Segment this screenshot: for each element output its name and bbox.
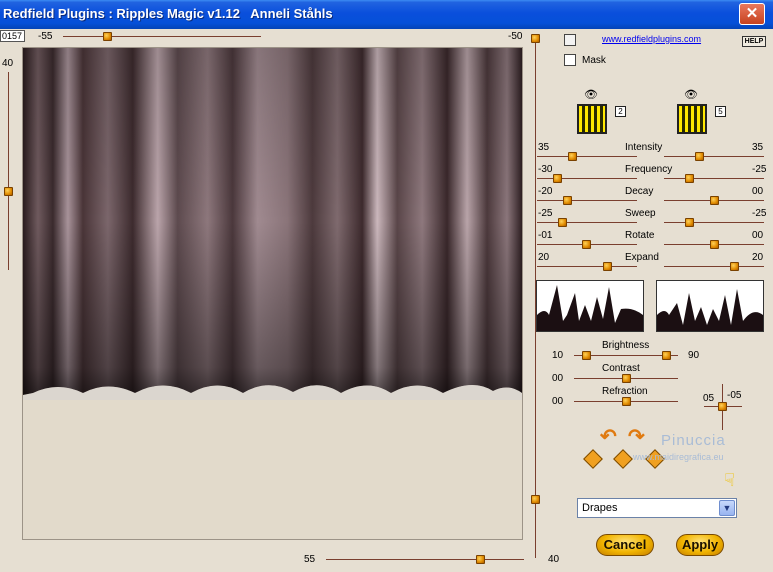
param-left-track[interactable] [537, 156, 637, 157]
watermark-url: www.maidiregrafica.eu [633, 452, 724, 462]
chevron-down-icon[interactable]: ▼ [719, 500, 735, 516]
param-left-thumb[interactable] [568, 152, 577, 161]
top-slider-min-label: -55 [38, 31, 53, 42]
top-slider-max-label: -50 [508, 31, 523, 42]
top-value-box[interactable]: 0157 [0, 30, 25, 42]
eye-icon[interactable]: 👁 [584, 88, 598, 101]
param-left-value: -01 [538, 230, 553, 241]
preset-selected: Drapes [582, 502, 618, 514]
mask-label: Mask [582, 55, 606, 66]
param-right-thumb[interactable] [710, 196, 719, 205]
layer-1-swatch[interactable] [577, 104, 607, 134]
param-right-thumb[interactable] [685, 174, 694, 183]
param-right-value: -25 [752, 164, 767, 175]
layer-1-number: 2 [615, 106, 626, 117]
param-right-track[interactable] [664, 266, 764, 267]
bottom-slider-min-label: 55 [304, 554, 316, 565]
brightness-label: Brightness [602, 340, 650, 351]
vertical-offset-thumb-bottom[interactable] [531, 495, 540, 504]
param-right-track[interactable] [664, 222, 764, 223]
offset-thumb[interactable] [718, 402, 727, 411]
param-right-thumb[interactable] [710, 240, 719, 249]
window-title: Redfield Plugins : Ripples Magic v1.12 A… [3, 6, 333, 21]
param-label-expand: Expand [625, 252, 659, 263]
param-left-track[interactable] [537, 266, 637, 267]
website-link[interactable]: www.redfieldplugins.com [602, 34, 701, 44]
param-right-track[interactable] [664, 156, 764, 157]
refraction-label: Refraction [602, 386, 648, 397]
vertical-offset-thumb-top[interactable] [531, 34, 540, 43]
param-label-rotate: Rotate [625, 230, 655, 241]
help-button[interactable]: HELP [742, 36, 766, 47]
param-left-track[interactable] [537, 222, 637, 223]
param-left-value: -20 [538, 186, 553, 197]
param-label-frequency: Frequency [625, 164, 673, 175]
param-right-value: -25 [752, 208, 767, 219]
reset-icon[interactable] [564, 34, 576, 46]
param-left-value: -30 [538, 164, 553, 175]
refraction-value: 00 [552, 396, 564, 407]
contrast-thumb[interactable] [622, 374, 631, 383]
brightness-max-thumb[interactable] [662, 351, 671, 360]
param-left-thumb[interactable] [563, 196, 572, 205]
wave-preview-2[interactable] [656, 280, 764, 332]
brightness-max-value: 90 [688, 350, 700, 361]
param-left-thumb[interactable] [582, 240, 591, 249]
undo-arrow-icon[interactable]: ↶ [600, 424, 617, 449]
param-right-value: 00 [752, 230, 764, 241]
layer-2-number: 5 [715, 106, 726, 117]
param-left-thumb[interactable] [558, 218, 567, 227]
top-slider-thumb[interactable] [102, 32, 112, 41]
param-right-thumb[interactable] [695, 152, 704, 161]
layer-2-swatch[interactable] [677, 104, 707, 134]
param-left-value: -25 [538, 208, 553, 219]
param-label-intensity: Intensity [625, 142, 663, 153]
left-slider-thumb[interactable] [4, 186, 13, 196]
param-left-value: 20 [538, 252, 550, 263]
wave-preview-1[interactable] [536, 280, 644, 332]
top-slider-track[interactable] [63, 36, 261, 37]
param-right-track[interactable] [664, 178, 764, 179]
offset-y-label: -05 [727, 390, 742, 401]
left-slider-label: 40 [2, 58, 14, 69]
title-bar: Redfield Plugins : Ripples Magic v1.12 A… [0, 0, 773, 29]
mask-checkbox[interactable] [564, 54, 576, 66]
param-left-thumb[interactable] [603, 262, 612, 271]
close-button[interactable]: ✕ [739, 3, 765, 25]
param-left-value: 35 [538, 142, 550, 153]
random-dice-icon[interactable] [583, 449, 603, 469]
brightness-min-thumb[interactable] [582, 351, 591, 360]
param-label-sweep: Sweep [625, 208, 656, 219]
param-right-value: 20 [752, 252, 764, 263]
preset-dropdown[interactable]: Drapes ▼ [577, 498, 737, 518]
contrast-label: Contrast [602, 363, 640, 374]
cancel-button[interactable]: Cancel [596, 534, 654, 556]
eye-icon[interactable]: 👁 [684, 88, 698, 101]
brightness-min-value: 10 [552, 350, 564, 361]
contrast-value: 00 [552, 373, 564, 384]
random-dice-icon[interactable] [613, 449, 633, 469]
apply-button[interactable]: Apply [676, 534, 724, 556]
preview-canvas[interactable] [22, 47, 523, 540]
plugin-window: Redfield Plugins : Ripples Magic v1.12 A… [0, 0, 773, 572]
offset-x-label: 05 [703, 393, 715, 404]
pointing-hand-icon: ☟ [724, 470, 735, 490]
watermark-name: Pinuccia [661, 432, 726, 449]
param-right-thumb[interactable] [730, 262, 739, 271]
curtain-preview-image [23, 48, 522, 400]
param-label-decay: Decay [625, 186, 654, 197]
redo-arrow-icon[interactable]: ↷ [628, 424, 645, 449]
bottom-slider-max-label: 40 [548, 554, 560, 565]
left-slider-track[interactable] [8, 72, 9, 270]
refraction-thumb[interactable] [622, 397, 631, 406]
param-left-track[interactable] [537, 200, 637, 201]
bottom-slider-thumb[interactable] [476, 555, 486, 564]
bottom-slider-track[interactable] [326, 559, 524, 560]
param-left-track[interactable] [537, 178, 637, 179]
param-left-thumb[interactable] [553, 174, 562, 183]
param-right-thumb[interactable] [685, 218, 694, 227]
param-right-value: 35 [752, 142, 764, 153]
param-right-value: 00 [752, 186, 764, 197]
